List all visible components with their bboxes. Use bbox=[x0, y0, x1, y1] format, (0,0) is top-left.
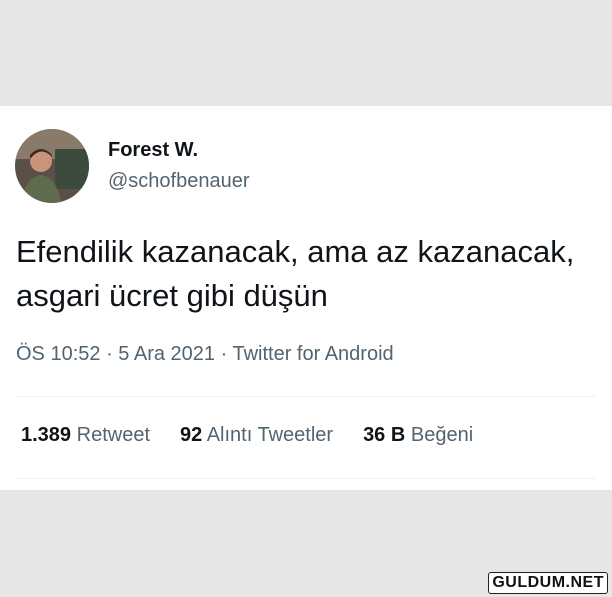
stat-label: Alıntı Tweetler bbox=[206, 424, 334, 446]
divider bbox=[16, 478, 596, 479]
tweet-source[interactable]: Twitter for Android bbox=[232, 343, 393, 365]
tweet-text: Efendilik kazanacak, ama az kazanacak, a… bbox=[16, 234, 575, 313]
tweet-meta: ÖS 10:52 · 5 Ara 2021 · Twitter for Andr… bbox=[16, 343, 394, 366]
meta-separator: · bbox=[100, 343, 119, 365]
stat-likes[interactable]: 36 B Beğeni bbox=[363, 424, 473, 447]
stat-label: Retweet bbox=[76, 424, 150, 446]
meta-separator: · bbox=[215, 343, 233, 365]
tweet-time[interactable]: ÖS 10:52 bbox=[16, 343, 101, 365]
tweet-date[interactable]: 5 Ara 2021 bbox=[118, 343, 215, 365]
stat-label: Beğeni bbox=[410, 424, 474, 446]
stat-count: 36 B bbox=[363, 424, 406, 446]
divider bbox=[16, 396, 596, 397]
tweet-card: Forest W. @schofbenauer Efendilik kazana… bbox=[0, 106, 612, 490]
author-handle[interactable]: @schofbenauer bbox=[108, 170, 250, 193]
watermark-logo: GULDUM.NET bbox=[488, 572, 608, 594]
tweet-stats: 1.389 Retweet 92 Alıntı Tweetler 36 B Be… bbox=[21, 424, 503, 447]
stat-count: 92 bbox=[180, 424, 203, 446]
avatar[interactable] bbox=[15, 129, 89, 203]
stat-count: 1.389 bbox=[21, 424, 72, 446]
author-name[interactable]: Forest W. bbox=[108, 139, 198, 162]
stat-quote-tweets[interactable]: 92 Alıntı Tweetler bbox=[180, 424, 333, 447]
stat-retweets[interactable]: 1.389 Retweet bbox=[21, 424, 150, 447]
user-avatar-photo-icon bbox=[15, 129, 89, 203]
